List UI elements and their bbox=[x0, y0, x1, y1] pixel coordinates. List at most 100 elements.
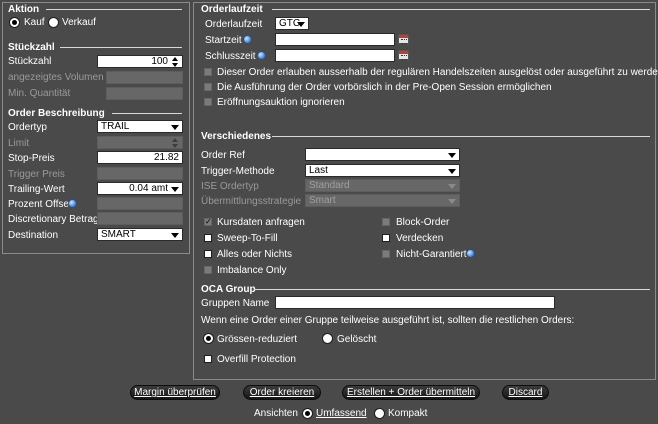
destination-select[interactable]: SMART bbox=[97, 228, 183, 241]
info-icon[interactable] bbox=[243, 35, 252, 44]
kompakt-label[interactable]: Kompakt bbox=[388, 408, 427, 419]
angezeigtes-volumen-input bbox=[106, 71, 183, 84]
prozent-offset-input bbox=[97, 197, 183, 210]
sweep-label[interactable]: Sweep-To-Fill bbox=[217, 233, 278, 244]
uebermittlungsstrategie-select: Smart bbox=[305, 194, 460, 207]
chevron-down-icon bbox=[448, 153, 456, 158]
ordertyp-value: TRAIL bbox=[101, 121, 130, 132]
block-order-label[interactable]: Block-Order bbox=[396, 217, 449, 228]
min-quantitaet-label: Min. Quantität bbox=[8, 88, 71, 99]
trigger-preis-label: Trigger Preis bbox=[8, 169, 65, 180]
verschiedenes-divider bbox=[272, 136, 650, 137]
stueckzahl-spinner[interactable] bbox=[172, 57, 179, 67]
stop-preis-input[interactable]: 21.82 bbox=[97, 151, 183, 164]
verdecken-label[interactable]: Verdecken bbox=[396, 233, 443, 244]
trigger-methode-value: Last bbox=[309, 165, 328, 176]
trigger-methode-select[interactable]: Last bbox=[305, 164, 460, 177]
trigger-methode-label: Trigger-Methode bbox=[201, 166, 275, 177]
orderlaufzeit-title: Orderlaufzeit bbox=[201, 4, 263, 15]
eroeffnungsauktion-label[interactable]: Eröffnungsauktion ignorieren bbox=[217, 97, 345, 108]
limit-spinner bbox=[172, 138, 179, 148]
stueckzahl-value: 100 bbox=[151, 56, 168, 67]
margin-pruefen-button[interactable]: Margin überprüfen bbox=[130, 385, 220, 400]
destination-label: Destination bbox=[8, 230, 59, 241]
trailing-wert-value: 0.04 amt bbox=[129, 183, 168, 194]
chevron-down-icon bbox=[171, 187, 179, 192]
prozent-offset-label: Prozent Offset bbox=[8, 199, 72, 210]
verdecken-checkbox[interactable] bbox=[382, 234, 390, 242]
auslosung-checkbox[interactable] bbox=[204, 68, 212, 76]
overfill-protection-label[interactable]: Overfill Protection bbox=[217, 354, 296, 365]
chevron-down-icon bbox=[297, 22, 305, 27]
ise-ordertyp-select: Standard bbox=[305, 179, 460, 192]
kauf-label[interactable]: Kauf bbox=[24, 17, 45, 28]
ise-ordertyp-value: Standard bbox=[309, 180, 350, 191]
trailing-wert-label: Trailing-Wert bbox=[8, 184, 65, 195]
discretionary-betrag-label: Discretionary Betrag bbox=[8, 214, 99, 225]
info-icon[interactable] bbox=[257, 51, 266, 60]
stueckzahl-label: Stückzahl bbox=[8, 56, 52, 67]
startzeit-input[interactable] bbox=[275, 33, 395, 46]
imbalance-checkbox[interactable] bbox=[204, 266, 212, 274]
stueckzahl-title: Stückzahl bbox=[8, 42, 55, 53]
orderlaufzeit-select[interactable]: GTC bbox=[275, 17, 309, 30]
schlusszeit-input[interactable] bbox=[275, 49, 395, 62]
uebermittlungsstrategie-label: Übermittlungsstrategie bbox=[201, 196, 302, 207]
stueckzahl-input[interactable]: 100 bbox=[97, 55, 183, 68]
groessen-reduziert-radio[interactable] bbox=[203, 333, 214, 344]
nicht-garantiert-checkbox[interactable] bbox=[382, 250, 390, 258]
verkauf-radio[interactable] bbox=[48, 17, 59, 28]
kursdaten-label[interactable]: Kursdaten anfragen bbox=[217, 217, 305, 228]
kauf-radio[interactable] bbox=[9, 17, 20, 28]
groessen-reduziert-label[interactable]: Grössen-reduziert bbox=[217, 334, 297, 345]
geloescht-radio[interactable] bbox=[322, 333, 333, 344]
chevron-down-icon bbox=[448, 169, 456, 174]
nicht-garantiert-label[interactable]: Nicht-Garantiert bbox=[396, 249, 467, 260]
chevron-down-icon bbox=[448, 199, 456, 204]
info-icon[interactable] bbox=[68, 199, 77, 208]
startzeit-label: Startzeit bbox=[205, 35, 242, 46]
pre-open-label[interactable]: Die Ausführung der Order vorbörslich in … bbox=[217, 82, 552, 93]
alles-oder-nichts-label[interactable]: Alles oder Nichts bbox=[217, 249, 292, 260]
auslosung-label[interactable]: Dieser Order erlauben ausserhalb der reg… bbox=[217, 67, 658, 78]
trigger-preis-input bbox=[97, 167, 183, 180]
orderlaufzeit-divider bbox=[272, 9, 650, 10]
sweep-checkbox[interactable] bbox=[204, 234, 212, 242]
kursdaten-checkbox[interactable]: ✓ bbox=[204, 218, 212, 226]
stop-preis-value: 21.82 bbox=[153, 152, 179, 163]
alles-oder-nichts-checkbox[interactable] bbox=[204, 250, 212, 258]
limit-input bbox=[97, 136, 183, 149]
pre-open-checkbox[interactable] bbox=[204, 83, 212, 91]
calendar-icon[interactable] bbox=[398, 50, 409, 60]
info-icon[interactable] bbox=[466, 249, 475, 258]
umfassend-radio[interactable] bbox=[302, 408, 313, 419]
calendar-icon[interactable] bbox=[398, 34, 409, 44]
uebermittlungsstrategie-value: Smart bbox=[309, 195, 336, 206]
eroeffnungsauktion-checkbox[interactable] bbox=[204, 98, 212, 106]
discretionary-betrag-input bbox=[97, 212, 183, 225]
order-kreieren-button[interactable]: Order kreieren bbox=[243, 385, 321, 400]
ansichten-label: Ansichten bbox=[254, 408, 298, 419]
oca-group-title: OCA Group bbox=[201, 284, 256, 295]
stop-preis-label: Stop-Preis bbox=[8, 153, 55, 164]
discard-button[interactable]: Discard bbox=[502, 385, 549, 400]
chevron-down-icon bbox=[171, 125, 179, 130]
gruppen-name-input[interactable] bbox=[275, 296, 555, 309]
ordertyp-select[interactable]: TRAIL bbox=[97, 120, 183, 133]
overfill-protection-checkbox[interactable] bbox=[204, 355, 212, 363]
order-beschreibung-divider bbox=[112, 113, 182, 114]
kompakt-radio[interactable] bbox=[374, 408, 385, 419]
chevron-down-icon bbox=[448, 184, 456, 189]
block-order-checkbox[interactable] bbox=[382, 218, 390, 226]
trailing-wert-select[interactable]: 0.04 amt bbox=[97, 182, 183, 195]
imbalance-label[interactable]: Imbalance Only bbox=[217, 265, 286, 276]
erstellen-uebermitteln-button[interactable]: Erstellen + Order übermitteln bbox=[342, 385, 480, 400]
destination-value: SMART bbox=[101, 229, 136, 240]
order-ref-select[interactable] bbox=[305, 148, 460, 161]
geloescht-label[interactable]: Gelöscht bbox=[337, 334, 376, 345]
angezeigtes-volumen-label: angezeigtes Volumen bbox=[8, 72, 104, 83]
verkauf-label[interactable]: Verkauf bbox=[62, 17, 96, 28]
aktion-title: Aktion bbox=[8, 4, 40, 15]
order-beschreibung-title: Order Beschreibung bbox=[8, 108, 105, 119]
umfassend-label[interactable]: Umfassend bbox=[316, 408, 367, 419]
